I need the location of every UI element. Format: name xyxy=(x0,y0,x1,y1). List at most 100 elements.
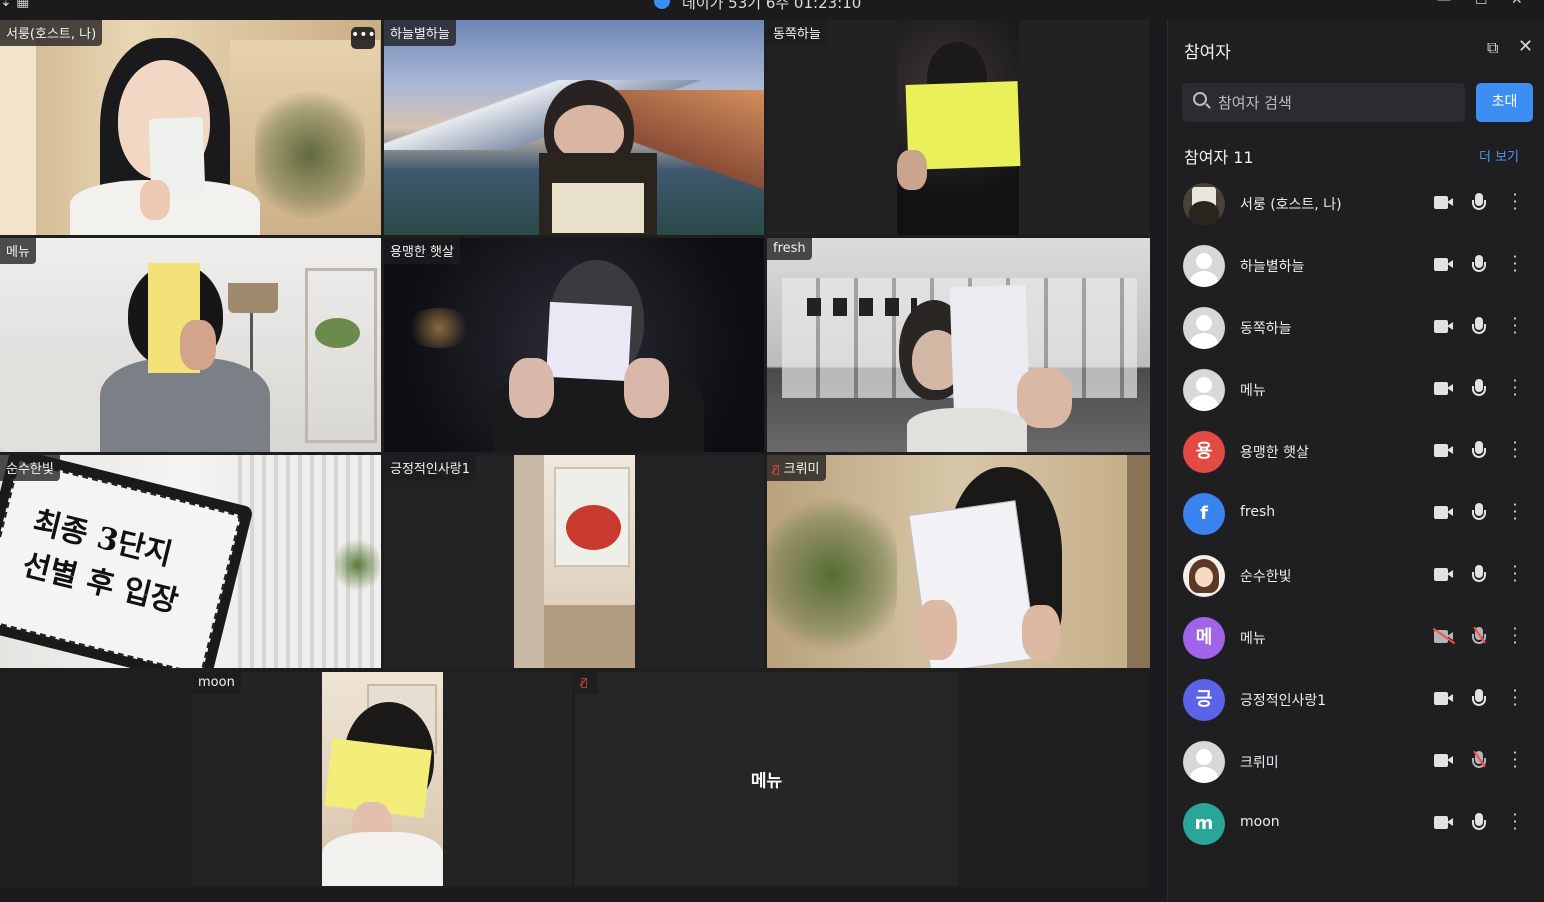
participant-row[interactable]: 순수한빛 · · · xyxy=(1168,545,1544,605)
video-tile[interactable]: moon xyxy=(192,672,572,886)
microphone-off-icon[interactable] xyxy=(1472,627,1486,644)
more-vertical-icon[interactable]: · · · xyxy=(1512,745,1518,775)
avatar: 긍 xyxy=(1183,679,1225,721)
popout-icon[interactable]: ⧉ xyxy=(1487,38,1498,58)
video-tile[interactable]: fresh xyxy=(767,238,1150,452)
more-vertical-icon[interactable]: · · · xyxy=(1512,435,1518,465)
avatar xyxy=(1183,245,1225,287)
video-tile[interactable]: 최종 3단지 선별 후 입장 순수한빛 xyxy=(0,455,381,668)
video-tile[interactable]: 긍정적인사랑1 xyxy=(384,455,764,668)
more-vertical-icon[interactable]: · · · xyxy=(1512,559,1518,589)
microphone-icon[interactable] xyxy=(1472,379,1486,396)
more-vertical-icon[interactable]: · · · xyxy=(1512,249,1518,279)
participant-name: 메뉴 xyxy=(1240,383,1266,399)
participant-row[interactable]: 크뤼미 · · · xyxy=(1168,731,1544,791)
microphone-icon[interactable] xyxy=(1472,813,1486,830)
participant-row[interactable]: 용 용맹한 햇살 · · · xyxy=(1168,421,1544,481)
participant-row[interactable]: 메뉴 · · · xyxy=(1168,359,1544,419)
camera-off-name: 메뉴 xyxy=(750,771,783,792)
microphone-off-icon[interactable] xyxy=(1472,751,1486,768)
title-bar-left-icons[interactable]: ⇣ ▦ xyxy=(0,0,29,10)
microphone-icon[interactable] xyxy=(1472,565,1486,582)
video-tile[interactable]: 동쪽하늘 xyxy=(767,20,1150,235)
avatar xyxy=(1183,369,1225,411)
participant-name: 순수한빛 xyxy=(1240,569,1292,585)
participant-search[interactable] xyxy=(1182,83,1465,122)
participant-name-label: 하늘별하늘 xyxy=(384,20,456,46)
camera-icon[interactable] xyxy=(1434,816,1453,829)
camera-off-icon[interactable] xyxy=(1434,630,1453,643)
panel-title: 참여자 xyxy=(1184,43,1231,63)
participant-name-label: 긍정적인사랑1 xyxy=(384,455,477,481)
video-tile[interactable]: 🎙̸ 메뉴 xyxy=(575,672,958,886)
more-vertical-icon[interactable]: · · · xyxy=(1512,311,1518,341)
avatar xyxy=(1183,555,1225,597)
participant-name: 서룽 (호스트, 나) xyxy=(1240,197,1342,213)
participant-row[interactable]: m moon · · · xyxy=(1168,793,1544,853)
participant-name: moon xyxy=(1240,814,1280,830)
video-scene xyxy=(514,455,635,668)
more-vertical-icon[interactable]: · · · xyxy=(1512,807,1518,837)
participant-name-label: 서룽(호스트, 나) xyxy=(0,20,103,46)
video-tile[interactable]: 하늘별하늘 xyxy=(384,20,764,235)
avatar xyxy=(1183,183,1225,225)
camera-icon[interactable] xyxy=(1434,258,1453,271)
microphone-icon[interactable] xyxy=(1472,689,1486,706)
camera-icon[interactable] xyxy=(1434,692,1453,705)
maximize-icon[interactable]: ☐ xyxy=(1475,0,1488,8)
participant-row[interactable]: f fresh · · · xyxy=(1168,483,1544,543)
microphone-icon[interactable] xyxy=(1472,255,1486,272)
camera-icon[interactable] xyxy=(1434,196,1453,209)
video-tile[interactable]: 용맹한 햇살 xyxy=(384,238,764,452)
participant-row[interactable]: 하늘별하늘 · · · xyxy=(1168,235,1544,295)
video-scene xyxy=(767,455,1150,668)
participant-name: 크뤼미 xyxy=(1240,755,1279,771)
title-bar: ⇣ ▦ 데이가 53기 6주 01:23:10 — ☐ ✕ xyxy=(0,0,1544,20)
more-vertical-icon[interactable]: · · · xyxy=(1512,373,1518,403)
video-scene: 최종 3단지 선별 후 입장 xyxy=(0,455,381,668)
search-icon xyxy=(1193,92,1207,106)
minimize-icon[interactable]: — xyxy=(1437,0,1451,8)
window-title: 데이가 53기 6주 01:23:10 xyxy=(682,0,862,12)
invite-button[interactable]: 초대 xyxy=(1476,83,1533,122)
bottom-toolbar xyxy=(0,888,1167,902)
camera-icon[interactable] xyxy=(1434,754,1453,767)
video-scene xyxy=(0,20,381,235)
camera-icon[interactable] xyxy=(1434,568,1453,581)
microphone-icon[interactable] xyxy=(1472,317,1486,334)
more-vertical-icon[interactable]: · · · xyxy=(1512,187,1518,217)
microphone-icon[interactable] xyxy=(1472,441,1486,458)
avatar: 용 xyxy=(1183,431,1225,473)
close-window-icon[interactable]: ✕ xyxy=(1511,0,1523,8)
participant-name-label: moon xyxy=(192,672,241,694)
more-vertical-icon[interactable]: · · · xyxy=(1512,497,1518,527)
search-input[interactable] xyxy=(1218,83,1458,122)
video-scene xyxy=(384,238,764,452)
video-scene xyxy=(767,238,1150,452)
microphone-icon[interactable] xyxy=(1472,503,1486,520)
camera-icon[interactable] xyxy=(1434,506,1453,519)
participant-row[interactable]: 서룽 (호스트, 나) · · · xyxy=(1168,173,1544,233)
participant-name: fresh xyxy=(1240,504,1276,520)
participant-row[interactable]: 동쪽하늘 · · · xyxy=(1168,297,1544,357)
more-vertical-icon[interactable]: · · · xyxy=(1512,621,1518,651)
participant-row[interactable]: 긍 긍정적인사랑1 · · · xyxy=(1168,669,1544,729)
participant-muted-label: 🎙̸ xyxy=(575,672,598,694)
microphone-icon[interactable] xyxy=(1472,193,1486,210)
participants-panel: 참여자 ⧉ ✕ 초대 참여자 11 더 보기 서룽 (호스트, 나) ··· 하… xyxy=(1167,20,1544,902)
avatar: f xyxy=(1183,493,1225,535)
avatar xyxy=(1183,307,1225,349)
video-tile[interactable]: 메뉴 xyxy=(0,238,381,452)
video-tile[interactable]: 🎙̸ 크뤼미 xyxy=(767,455,1150,668)
more-options-button[interactable]: ••• xyxy=(351,27,376,49)
more-vertical-icon[interactable]: · · · xyxy=(1512,683,1518,713)
camera-icon[interactable] xyxy=(1434,382,1453,395)
participant-row[interactable]: 메 메뉴 · · · xyxy=(1168,607,1544,667)
more-view-link[interactable]: 더 보기 xyxy=(1479,146,1519,165)
camera-icon[interactable] xyxy=(1434,444,1453,457)
video-tile[interactable]: 서룽(호스트, 나) ••• xyxy=(0,20,381,235)
close-panel-icon[interactable]: ✕ xyxy=(1518,36,1533,57)
participant-name: 용맹한 햇살 xyxy=(1240,445,1309,461)
video-grid: 서룽(호스트, 나) ••• 하늘별하늘 동쪽하늘 메뉴 용맹한 햇살 fres… xyxy=(0,20,1150,888)
camera-icon[interactable] xyxy=(1434,320,1453,333)
